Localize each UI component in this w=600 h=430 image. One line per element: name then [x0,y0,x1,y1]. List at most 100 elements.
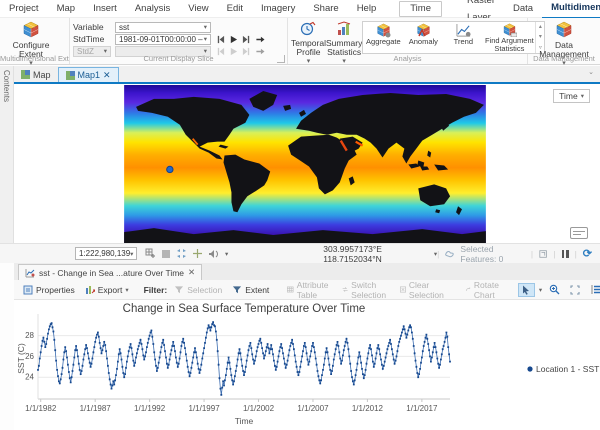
pointer-tool-button[interactable] [518,283,535,297]
rotate-chart-icon [465,285,471,294]
chevron-down-icon: ▾ [130,250,133,258]
chart-toolbar: Properties Export▾ Filter: Selection Ext… [14,280,600,300]
svg-text:1/1/2002: 1/1/2002 [243,404,275,413]
magnifier-plus-icon [549,284,560,295]
find-argument-statistics-icon [502,23,517,37]
trend-icon [456,23,471,38]
analysis-gallery: Aggregate Anomaly Trend Find Argu [362,21,545,54]
menu-bar: Project Map Insert Analysis View Edit Im… [0,0,600,18]
chevron-down-icon: ▾ [581,92,584,100]
view-tab-bar: Map Map1 ✕ ⌄ [14,66,600,82]
fields-list-icon [590,284,600,295]
clear-selection-button: Clear Selection [397,279,450,301]
anomaly-button[interactable]: Anomaly [403,22,443,53]
svg-text:1/1/1987: 1/1/1987 [80,404,112,413]
ribbon-collapse-icon[interactable]: ⌄ [588,68,594,76]
clear-selection-icon [400,285,406,294]
coordinates-readout[interactable]: 303.9957173°E 118.7152034°N▾ [323,244,437,264]
view-tab-map1[interactable]: Map1 ✕ [58,67,119,82]
tab-data[interactable]: Data [504,0,542,17]
step-first-button[interactable] [215,34,226,45]
map-view[interactable]: Time▾ [14,82,600,243]
filter-selection-button: Selection [171,284,225,296]
pause-icon[interactable] [562,250,569,258]
zoom-tool-button[interactable] [546,283,563,296]
svg-text:1/1/2012: 1/1/2012 [352,404,384,413]
data-management-cube-icon [555,21,573,39]
location-1-marker [167,166,173,172]
fields-list-button[interactable]: ▾ [587,283,600,296]
svg-text:26: 26 [25,352,34,361]
svg-text:1/1/2017: 1/1/2017 [406,404,438,413]
menu-help[interactable]: Help [348,0,386,17]
menu-project[interactable]: Project [0,0,48,17]
svg-text:1/1/2007: 1/1/2007 [297,404,329,413]
chevron-down-icon[interactable]: ▾ [539,286,542,294]
chart-tab[interactable]: sst - Change in Sea ...ature Over Time ✕ [18,264,202,280]
sync-icon[interactable]: ⟳ [583,247,592,260]
export-icon [85,285,95,295]
group-analysis: Temporal Profile▾ Summary Statistics▾ Ag… [288,18,528,64]
group-label: Analysis [288,54,527,64]
menu-imagery[interactable]: Imagery [252,0,304,17]
trend-button[interactable]: Trend [443,22,483,53]
chevron-down-icon: ▾ [204,35,207,43]
chart-tab-icon [25,268,35,278]
export-button[interactable]: Export▾ [82,284,132,296]
selected-features-icon [445,249,454,259]
pointer-icon [522,285,531,295]
play-button[interactable] [228,34,239,45]
tab-multidimensional[interactable]: Multidimensional [542,0,600,19]
svg-text:Change in Sea Surface Temperat: Change in Sea Surface Temperature Over T… [123,303,366,315]
chevron-down-icon[interactable]: ▾ [225,250,228,258]
audio-icon[interactable] [208,249,220,259]
swatch-icon[interactable] [161,249,171,259]
dialog-launcher-icon[interactable] [277,55,285,63]
menu-map[interactable]: Map [48,0,84,17]
full-extent-icon [570,285,580,295]
funnel-icon [232,285,242,295]
view-tab-map[interactable]: Map [14,67,58,82]
chevron-down-icon: ▾ [125,286,128,294]
advance-arrow-button[interactable] [254,34,265,45]
properties-button[interactable]: Properties [20,284,78,296]
arcgis-pro-window: Project Map Insert Analysis View Edit Im… [0,0,600,430]
map-status-bar: 1:222,980,139▾ ▾ 303.9957173°E 118.71520… [0,243,600,263]
contextual-group-time[interactable]: Time [399,1,442,17]
stdtime-combo[interactable]: 1981-09-01T00:00:00 –▾ [115,34,211,45]
group-data-management: Data Management▾ Data Management [528,18,600,64]
grid-plus-icon[interactable] [145,248,156,259]
sst-raster-map[interactable] [123,85,487,244]
configure-extent-cube-icon [22,21,40,39]
time-button[interactable]: Time▾ [553,89,590,103]
full-extent-button[interactable] [567,284,583,296]
tile-arrange-icon[interactable] [176,248,187,259]
menu-edit[interactable]: Edit [218,0,252,17]
group-multidimensional-extent: Configure Extent ▾ Multidimensional Exte… [0,18,70,64]
aggregate-icon [376,23,391,38]
menu-share[interactable]: Share [304,0,347,17]
filter-extent-button[interactable]: Extent [229,284,272,296]
crosshair-icon[interactable] [192,248,203,259]
menu-insert[interactable]: Insert [84,0,126,17]
step-last-button[interactable] [241,34,252,45]
overview-window-icon[interactable] [570,227,588,239]
switch-selection-icon [342,285,348,294]
svg-text:1/1/1997: 1/1/1997 [189,404,221,413]
chart-area[interactable]: Change in Sea Surface Temperature Over T… [14,300,600,430]
svg-text:Location 1 - SST: Location 1 - SST [536,364,599,374]
chart-panel-tab-bar: sst - Change in Sea ...ature Over Time ✕ [14,263,600,280]
stdtime-label: StdTime [73,34,111,44]
close-icon[interactable]: ✕ [103,70,111,81]
map-icon [21,70,30,79]
temporal-profile-icon [300,21,316,37]
contents-pane-tab[interactable]: Contents [0,66,14,263]
menu-view[interactable]: View [179,0,217,17]
variable-combo[interactable]: sst▾ [115,22,211,33]
popout-icon[interactable] [539,249,547,259]
scale-combo[interactable]: 1:222,980,139▾ [75,247,137,260]
aggregate-button[interactable]: Aggregate [363,22,403,53]
close-icon[interactable]: ✕ [188,267,195,278]
svg-text:1/1/1982: 1/1/1982 [25,404,57,413]
menu-analysis[interactable]: Analysis [126,0,179,17]
